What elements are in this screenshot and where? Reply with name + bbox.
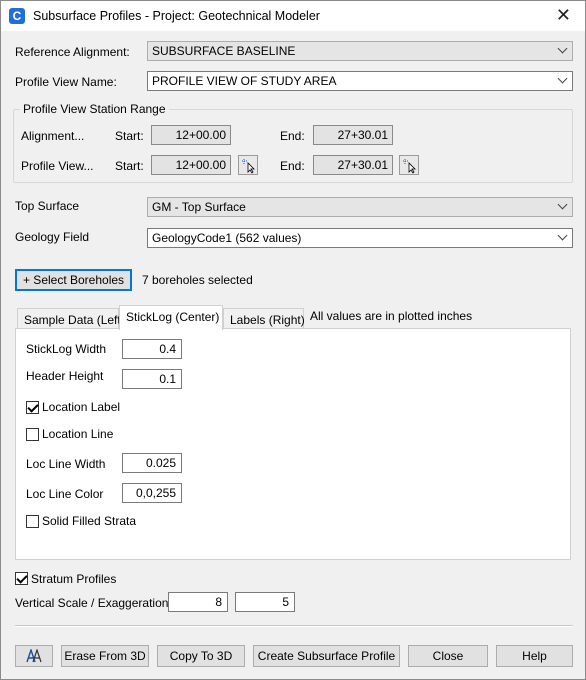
profile-view-start-label: Start: (115, 159, 144, 173)
civil3d-app-icon: C (9, 8, 25, 24)
reference-alignment-dropdown[interactable]: SUBSURFACE BASELINE (147, 41, 573, 61)
top-surface-value: GM - Top Surface (152, 200, 246, 214)
plotted-inches-note: All values are in plotted inches (310, 309, 473, 323)
alignment-end-label: End: (280, 129, 305, 143)
geology-field-dropdown[interactable]: GeologyCode1 (562 values) (147, 228, 573, 248)
vertical-scale-label: Vertical Scale / Exaggeration: (15, 596, 172, 610)
chevron-down-icon (557, 230, 568, 241)
text-style-icon (26, 647, 42, 663)
subsurface-profiles-dialog: C Subsurface Profiles - Project: Geotech… (0, 0, 586, 680)
reference-alignment-label: Reference Alignment: (15, 45, 130, 59)
boreholes-selected-status: 7 boreholes selected (142, 273, 253, 287)
stratum-profiles-text: Stratum Profiles (31, 572, 117, 586)
geology-field-value: GeologyCode1 (562 values) (152, 231, 302, 245)
title-bar: C Subsurface Profiles - Project: Geotech… (1, 1, 585, 31)
window-title: Subsurface Profiles - Project: Geotechni… (33, 9, 320, 23)
pick-cursor-icon (242, 159, 255, 174)
loc-line-color-label: Loc Line Color (26, 487, 104, 501)
profile-view-end-field: 27+30.01 (313, 155, 393, 175)
tab-labels[interactable]: Labels (Right) (223, 308, 305, 330)
header-height-label: Header Height (26, 369, 104, 383)
close-window-icon[interactable]: ✕ (556, 5, 571, 26)
station-range-title: Profile View Station Range (20, 102, 169, 116)
profile-view-end-label: End: (280, 159, 305, 173)
profile-view-name-value: PROFILE VIEW OF STUDY AREA (152, 74, 337, 88)
sticklog-width-input[interactable]: 0.4 (122, 339, 182, 359)
solid-filled-strata-checkbox[interactable] (26, 515, 39, 528)
pick-end-station-button[interactable] (399, 155, 419, 175)
solid-filled-strata-text: Solid Filled Strata (42, 514, 137, 528)
pick-start-station-button[interactable] (238, 155, 258, 175)
profile-view-name-label: Profile View Name: (15, 75, 117, 89)
stratum-profiles-checkbox[interactable] (15, 572, 28, 585)
close-button[interactable]: Close (408, 645, 488, 667)
tab-sample-data[interactable]: Sample Data (Left) (17, 308, 125, 330)
help-button[interactable]: Help (496, 645, 573, 667)
loc-line-width-input[interactable]: 0.025 (122, 453, 182, 473)
pick-cursor-icon (403, 159, 416, 174)
tab-sticklog[interactable]: StickLog (Center) (119, 305, 223, 330)
location-line-text: Location Line (42, 427, 114, 441)
profile-view-name-dropdown[interactable]: PROFILE VIEW OF STUDY AREA (147, 71, 573, 91)
text-style-button[interactable] (15, 645, 53, 667)
chevron-down-icon (557, 43, 568, 54)
vertical-scale-input[interactable]: 8 (168, 592, 228, 612)
loc-line-width-label: Loc Line Width (26, 457, 106, 471)
alignment-station-label: Alignment... (21, 129, 85, 143)
exaggeration-input[interactable]: 5 (235, 592, 295, 612)
sticklog-width-label: StickLog Width (26, 342, 107, 356)
copy-to-3d-button[interactable]: Copy To 3D (157, 645, 245, 667)
location-label-text: Location Label (42, 400, 121, 414)
top-surface-dropdown[interactable]: GM - Top Surface (147, 197, 573, 217)
alignment-start-label: Start: (115, 129, 144, 143)
chevron-down-icon (557, 199, 568, 210)
footer-separator (15, 625, 573, 627)
top-surface-label: Top Surface (15, 199, 80, 213)
select-boreholes-button[interactable]: + Select Boreholes (15, 269, 132, 291)
header-height-input[interactable]: 0.1 (122, 369, 182, 389)
alignment-end-field: 27+30.01 (313, 125, 393, 145)
reference-alignment-value: SUBSURFACE BASELINE (152, 44, 296, 58)
loc-line-color-input[interactable]: 0,0,255 (122, 483, 182, 503)
sticklog-tab-panel: StickLog Width 0.4 Header Height 0.1 Loc… (15, 328, 571, 560)
profile-view-station-label: Profile View... (21, 159, 94, 173)
chevron-down-icon (557, 73, 568, 84)
create-subsurface-profile-button[interactable]: Create Subsurface Profile (253, 645, 400, 667)
location-label-checkbox[interactable] (26, 401, 39, 414)
erase-from-3d-button[interactable]: Erase From 3D (61, 645, 149, 667)
alignment-start-field: 12+00.00 (151, 125, 231, 145)
geology-field-label: Geology Field (15, 230, 90, 244)
location-line-checkbox[interactable] (26, 428, 39, 441)
profile-view-start-field: 12+00.00 (151, 155, 231, 175)
